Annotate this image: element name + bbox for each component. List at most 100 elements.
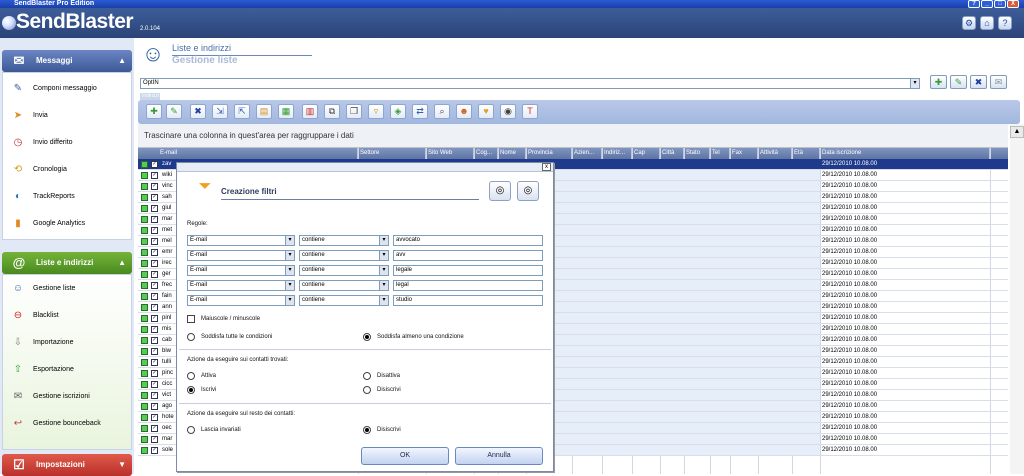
chevron-down-icon[interactable]: ▾	[285, 295, 295, 306]
row-checkbox[interactable]: ✓	[151, 381, 158, 388]
active-status-icon[interactable]	[141, 370, 148, 377]
settings-icon[interactable]: ⚙	[962, 16, 976, 30]
row-checkbox[interactable]: ✓	[151, 249, 158, 256]
column-header-tel[interactable]: Tel	[710, 148, 730, 159]
row-checkbox[interactable]: ✓	[151, 392, 158, 399]
rule-field-select[interactable]: E-mail ▾	[187, 250, 295, 261]
row-checkbox[interactable]: ✓	[151, 348, 158, 355]
rule-operator-select[interactable]: contiene ▾	[299, 265, 389, 276]
row-checkbox[interactable]: ✓	[151, 370, 158, 377]
add-address-icon[interactable]: ✚	[146, 104, 162, 119]
rule-value-input[interactable]: avvocato	[393, 235, 543, 246]
row-checkbox[interactable]: ✓	[151, 447, 158, 454]
column-header-settore[interactable]: Settore	[358, 148, 426, 159]
edit-address-icon[interactable]: ✎	[166, 104, 182, 119]
row-checkbox[interactable]: ✓	[151, 326, 158, 333]
collapse-icon[interactable]: ▲	[118, 252, 126, 274]
tag-icon[interactable]: ◈	[390, 104, 406, 119]
active-status-icon[interactable]	[141, 315, 148, 322]
active-status-icon[interactable]	[141, 304, 148, 311]
active-status-icon[interactable]	[141, 161, 148, 168]
match-any-radio[interactable]	[363, 333, 371, 341]
match-all-radio[interactable]	[187, 333, 195, 341]
rule-value-input[interactable]: legal	[393, 280, 543, 291]
row-checkbox[interactable]: ✓	[151, 414, 158, 421]
people-icon[interactable]: ☻	[456, 104, 472, 119]
merge-icon[interactable]: ⧉	[324, 104, 340, 119]
active-status-icon[interactable]	[141, 326, 148, 333]
rule-value-input[interactable]: avv	[393, 250, 543, 261]
column-header-nome[interactable]: Nome	[498, 148, 526, 159]
sidebar-item-trackreports[interactable]: ◐ TrackReports	[3, 185, 131, 209]
active-status-icon[interactable]	[141, 249, 148, 256]
column-header-cognome[interactable]: Cog...	[474, 148, 498, 159]
rule-value-input[interactable]: studio	[393, 295, 543, 306]
sidebar-header-liste[interactable]: @ Liste e indirizzi ▲	[2, 252, 132, 274]
row-checkbox[interactable]: ✓	[151, 271, 158, 278]
scroll-up-icon[interactable]: ▲	[1010, 126, 1024, 138]
row-checkbox[interactable]: ✓	[151, 227, 158, 234]
sidebar-item-invia[interactable]: ➤ Invia	[3, 104, 131, 128]
active-status-icon[interactable]	[141, 194, 148, 201]
row-checkbox[interactable]: ✓	[151, 293, 158, 300]
sidebar-item-gestione-bounceback[interactable]: ↩ Gestione bounceback	[3, 412, 131, 436]
active-status-icon[interactable]	[141, 282, 148, 289]
active-status-icon[interactable]	[141, 447, 148, 454]
column-header-stato[interactable]: Stato	[684, 148, 710, 159]
rule-field-select[interactable]: E-mail ▾	[187, 235, 295, 246]
active-status-icon[interactable]	[141, 436, 148, 443]
sidebar-item-gestione-liste[interactable]: ☺ Gestione liste	[3, 277, 131, 301]
iscrivi-radio[interactable]	[187, 386, 195, 394]
active-status-icon[interactable]	[141, 205, 148, 212]
chevron-down-icon[interactable]: ▾	[285, 265, 295, 276]
group-by-area[interactable]: Trascinare una colonna in quest'area per…	[138, 124, 1008, 148]
chevron-down-icon[interactable]: ▾	[910, 78, 920, 89]
column-header-attivita[interactable]: Attività	[758, 148, 792, 159]
active-status-icon[interactable]	[141, 271, 148, 278]
find-replace-icon[interactable]: ⇄	[412, 104, 428, 119]
rule-operator-select[interactable]: contiene ▾	[299, 295, 389, 306]
attiva-radio[interactable]	[187, 372, 195, 380]
column-header-eta[interactable]: Età	[792, 148, 820, 159]
close-icon[interactable]: x	[542, 163, 551, 171]
lascia-invariati-radio[interactable]	[187, 426, 195, 434]
save-filter-button[interactable]: ◎	[517, 181, 539, 201]
delete-address-icon[interactable]: ✖	[190, 104, 206, 119]
active-status-icon[interactable]	[141, 348, 148, 355]
home-icon[interactable]: ⌂	[980, 16, 994, 30]
chevron-down-icon[interactable]: ▾	[285, 250, 295, 261]
active-status-icon[interactable]	[141, 414, 148, 421]
row-checkbox[interactable]: ✓	[151, 403, 158, 410]
sidebar-item-invio-differito[interactable]: ◷ Invio differito	[3, 131, 131, 155]
excel-icon[interactable]: ▦	[278, 104, 294, 119]
rule-field-select[interactable]: E-mail ▾	[187, 265, 295, 276]
sidebar-item-cronologia[interactable]: ⟲ Cronologia	[3, 158, 131, 182]
expand-icon[interactable]: ▼	[118, 454, 126, 476]
row-checkbox[interactable]: ✓	[151, 183, 158, 190]
heart-mail-icon[interactable]: ♥	[478, 104, 494, 119]
row-checkbox[interactable]: ✓	[151, 337, 158, 344]
chevron-down-icon[interactable]: ▾	[285, 235, 295, 246]
row-checkbox[interactable]: ✓	[151, 205, 158, 212]
rule-value-input[interactable]: legale	[393, 265, 543, 276]
column-header-data-iscrizione[interactable]: Data iscrizione	[820, 148, 990, 159]
disattiva-radio[interactable]	[363, 372, 371, 380]
disiscrivi-radio[interactable]	[363, 386, 371, 394]
view-icon[interactable]: ◉	[500, 104, 516, 119]
row-checkbox[interactable]: ✓	[151, 161, 158, 168]
active-status-icon[interactable]	[141, 359, 148, 366]
collapse-icon[interactable]: ▲	[118, 50, 126, 72]
active-status-icon[interactable]	[141, 403, 148, 410]
minimize-button[interactable]: _	[981, 0, 993, 8]
sidebar-header-impostazioni[interactable]: ☑ Impostazioni ▼	[2, 454, 132, 476]
rule-field-select[interactable]: E-mail ▾	[187, 295, 295, 306]
row-checkbox[interactable]: ✓	[151, 359, 158, 366]
active-status-icon[interactable]	[141, 216, 148, 223]
sidebar-item-gestione-iscrizioni[interactable]: ✉ Gestione iscrizioni	[3, 385, 131, 409]
active-status-icon[interactable]	[141, 337, 148, 344]
active-status-icon[interactable]	[141, 392, 148, 399]
row-checkbox[interactable]: ✓	[151, 194, 158, 201]
delete-list-button[interactable]: ✖	[970, 75, 987, 89]
edit-list-button[interactable]: ✎	[950, 75, 967, 89]
row-checkbox[interactable]: ✓	[151, 172, 158, 179]
